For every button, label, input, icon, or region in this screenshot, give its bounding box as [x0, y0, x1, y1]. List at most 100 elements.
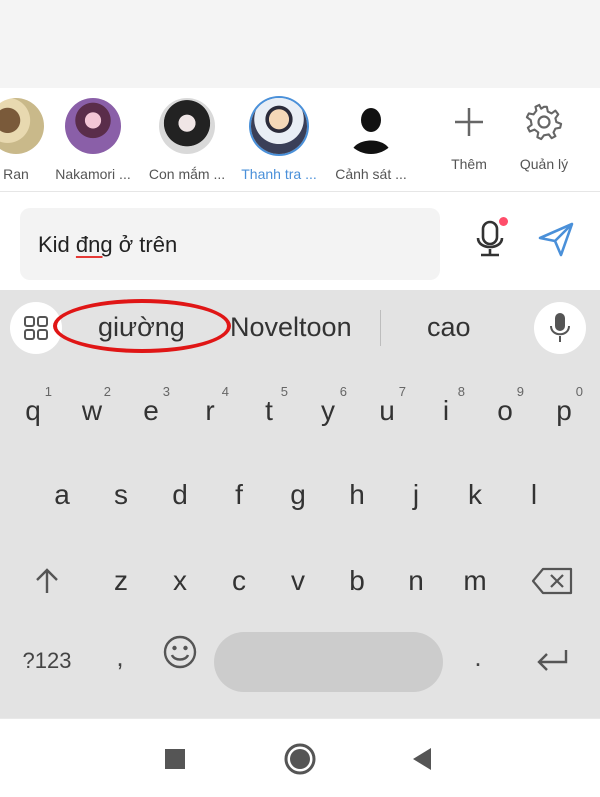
comma-key[interactable]: ,: [100, 628, 140, 686]
key-letter: m: [463, 565, 487, 596]
key-t[interactable]: 5t: [244, 382, 294, 440]
key-letter: c: [232, 565, 246, 596]
key-g[interactable]: g: [273, 466, 323, 524]
character-item[interactable]: Thanh tra ...: [234, 98, 324, 182]
character-avatar[interactable]: [343, 98, 399, 154]
key-i[interactable]: 8i: [421, 382, 471, 440]
top-empty-area: [0, 0, 600, 88]
key-letter: i: [442, 395, 450, 426]
misspelled-word[interactable]: đng: [76, 232, 113, 257]
add-character-button[interactable]: Thêm: [434, 100, 504, 172]
key-l[interactable]: l: [509, 466, 559, 524]
microphone-icon: [476, 220, 504, 257]
suggestion-bar: giường Noveltoon cao: [0, 290, 600, 366]
key-x[interactable]: x: [155, 552, 205, 610]
character-item[interactable]: Con mắm ...: [142, 98, 232, 182]
key-number-hint: 0: [575, 384, 583, 399]
key-letter: p: [556, 395, 572, 426]
suggestion-3[interactable]: cao: [427, 312, 471, 343]
shift-key[interactable]: [22, 552, 72, 610]
key-number-hint: 6: [339, 384, 347, 399]
highlight-annotation: [53, 299, 231, 353]
input-text-start: Kid: [38, 232, 76, 257]
key-d[interactable]: d: [155, 466, 205, 524]
plus-icon: [455, 108, 483, 136]
key-letter: j: [412, 479, 420, 510]
key-letter: a: [54, 479, 70, 510]
character-avatar[interactable]: [251, 98, 307, 154]
key-number-hint: 1: [44, 384, 52, 399]
character-name: Nakamori ...: [55, 166, 131, 182]
character-name: Con mắm ...: [148, 166, 226, 182]
key-j[interactable]: j: [391, 466, 441, 524]
key-c[interactable]: c: [214, 552, 264, 610]
key-letter: h: [349, 479, 365, 510]
key-letter: n: [408, 565, 424, 596]
key-u[interactable]: 7u: [362, 382, 412, 440]
character-avatar[interactable]: [65, 98, 121, 154]
character-avatar[interactable]: [159, 98, 215, 154]
backspace-key[interactable]: [522, 552, 582, 610]
key-number-hint: 8: [457, 384, 465, 399]
symbols-key[interactable]: ?123: [12, 632, 82, 690]
key-e[interactable]: 3e: [126, 382, 176, 440]
character-item[interactable]: Nakamori ...: [48, 98, 138, 182]
key-p[interactable]: 0p: [539, 382, 589, 440]
key-letter: e: [143, 395, 159, 426]
key-h[interactable]: h: [332, 466, 382, 524]
key-v[interactable]: v: [273, 552, 323, 610]
key-letter: y: [321, 395, 335, 426]
key-letter: f: [235, 479, 243, 510]
send-button[interactable]: [534, 217, 578, 261]
message-input[interactable]: Kid đng ở trên: [20, 208, 440, 280]
home-button[interactable]: [280, 741, 320, 777]
character-avatar[interactable]: [0, 98, 44, 154]
key-r[interactable]: 4r: [185, 382, 235, 440]
key-y[interactable]: 6y: [303, 382, 353, 440]
key-letter: w: [81, 395, 103, 426]
key-k[interactable]: k: [450, 466, 500, 524]
suggestion-2[interactable]: Noveltoon: [230, 312, 352, 343]
return-icon: [537, 650, 568, 671]
on-screen-keyboard: giường Noveltoon cao 1q 2w 3e 4r 5t 6y 7…: [0, 290, 600, 718]
emoji-key[interactable]: [158, 630, 202, 674]
square-icon: [165, 749, 185, 769]
key-f[interactable]: f: [214, 466, 264, 524]
character-name: Thanh tra ...: [241, 166, 317, 182]
notification-dot: [499, 217, 508, 226]
manage-button[interactable]: Quản lý: [509, 100, 579, 172]
period-key[interactable]: .: [458, 628, 498, 686]
character-name: Cảnh sát ...: [335, 166, 407, 182]
grid-icon: [24, 316, 48, 340]
key-s[interactable]: s: [96, 466, 146, 524]
enter-key[interactable]: [528, 640, 576, 680]
send-icon: [538, 222, 574, 257]
key-letter: d: [172, 479, 188, 510]
keyboard-voice-button[interactable]: [534, 302, 586, 354]
key-w[interactable]: 2w: [67, 382, 117, 440]
suggestion-divider: [380, 310, 381, 346]
key-m[interactable]: m: [450, 552, 500, 610]
space-key[interactable]: [214, 632, 443, 692]
backspace-icon: [531, 567, 573, 595]
key-n[interactable]: n: [391, 552, 441, 610]
voice-input-button[interactable]: [470, 217, 510, 261]
character-strip[interactable]: Ran Nakamori ... Con mắm ... Thanh tra .…: [0, 88, 600, 192]
key-number-hint: 4: [221, 384, 229, 399]
key-z[interactable]: z: [96, 552, 146, 610]
smiley-icon: [163, 635, 197, 669]
input-text-end: ở trên: [112, 232, 178, 257]
key-a[interactable]: a: [37, 466, 87, 524]
circle-icon: [284, 743, 316, 775]
character-item[interactable]: Cảnh sát ...: [326, 98, 416, 182]
key-q[interactable]: 1q: [8, 382, 58, 440]
recents-button[interactable]: [155, 741, 195, 777]
key-letter: v: [291, 565, 305, 596]
back-button[interactable]: [402, 741, 442, 777]
key-b[interactable]: b: [332, 552, 382, 610]
key-letter: z: [114, 565, 128, 596]
key-letter: r: [205, 395, 215, 426]
key-o[interactable]: 9o: [480, 382, 530, 440]
key-letter: g: [290, 479, 306, 510]
key-letter: u: [379, 395, 395, 426]
